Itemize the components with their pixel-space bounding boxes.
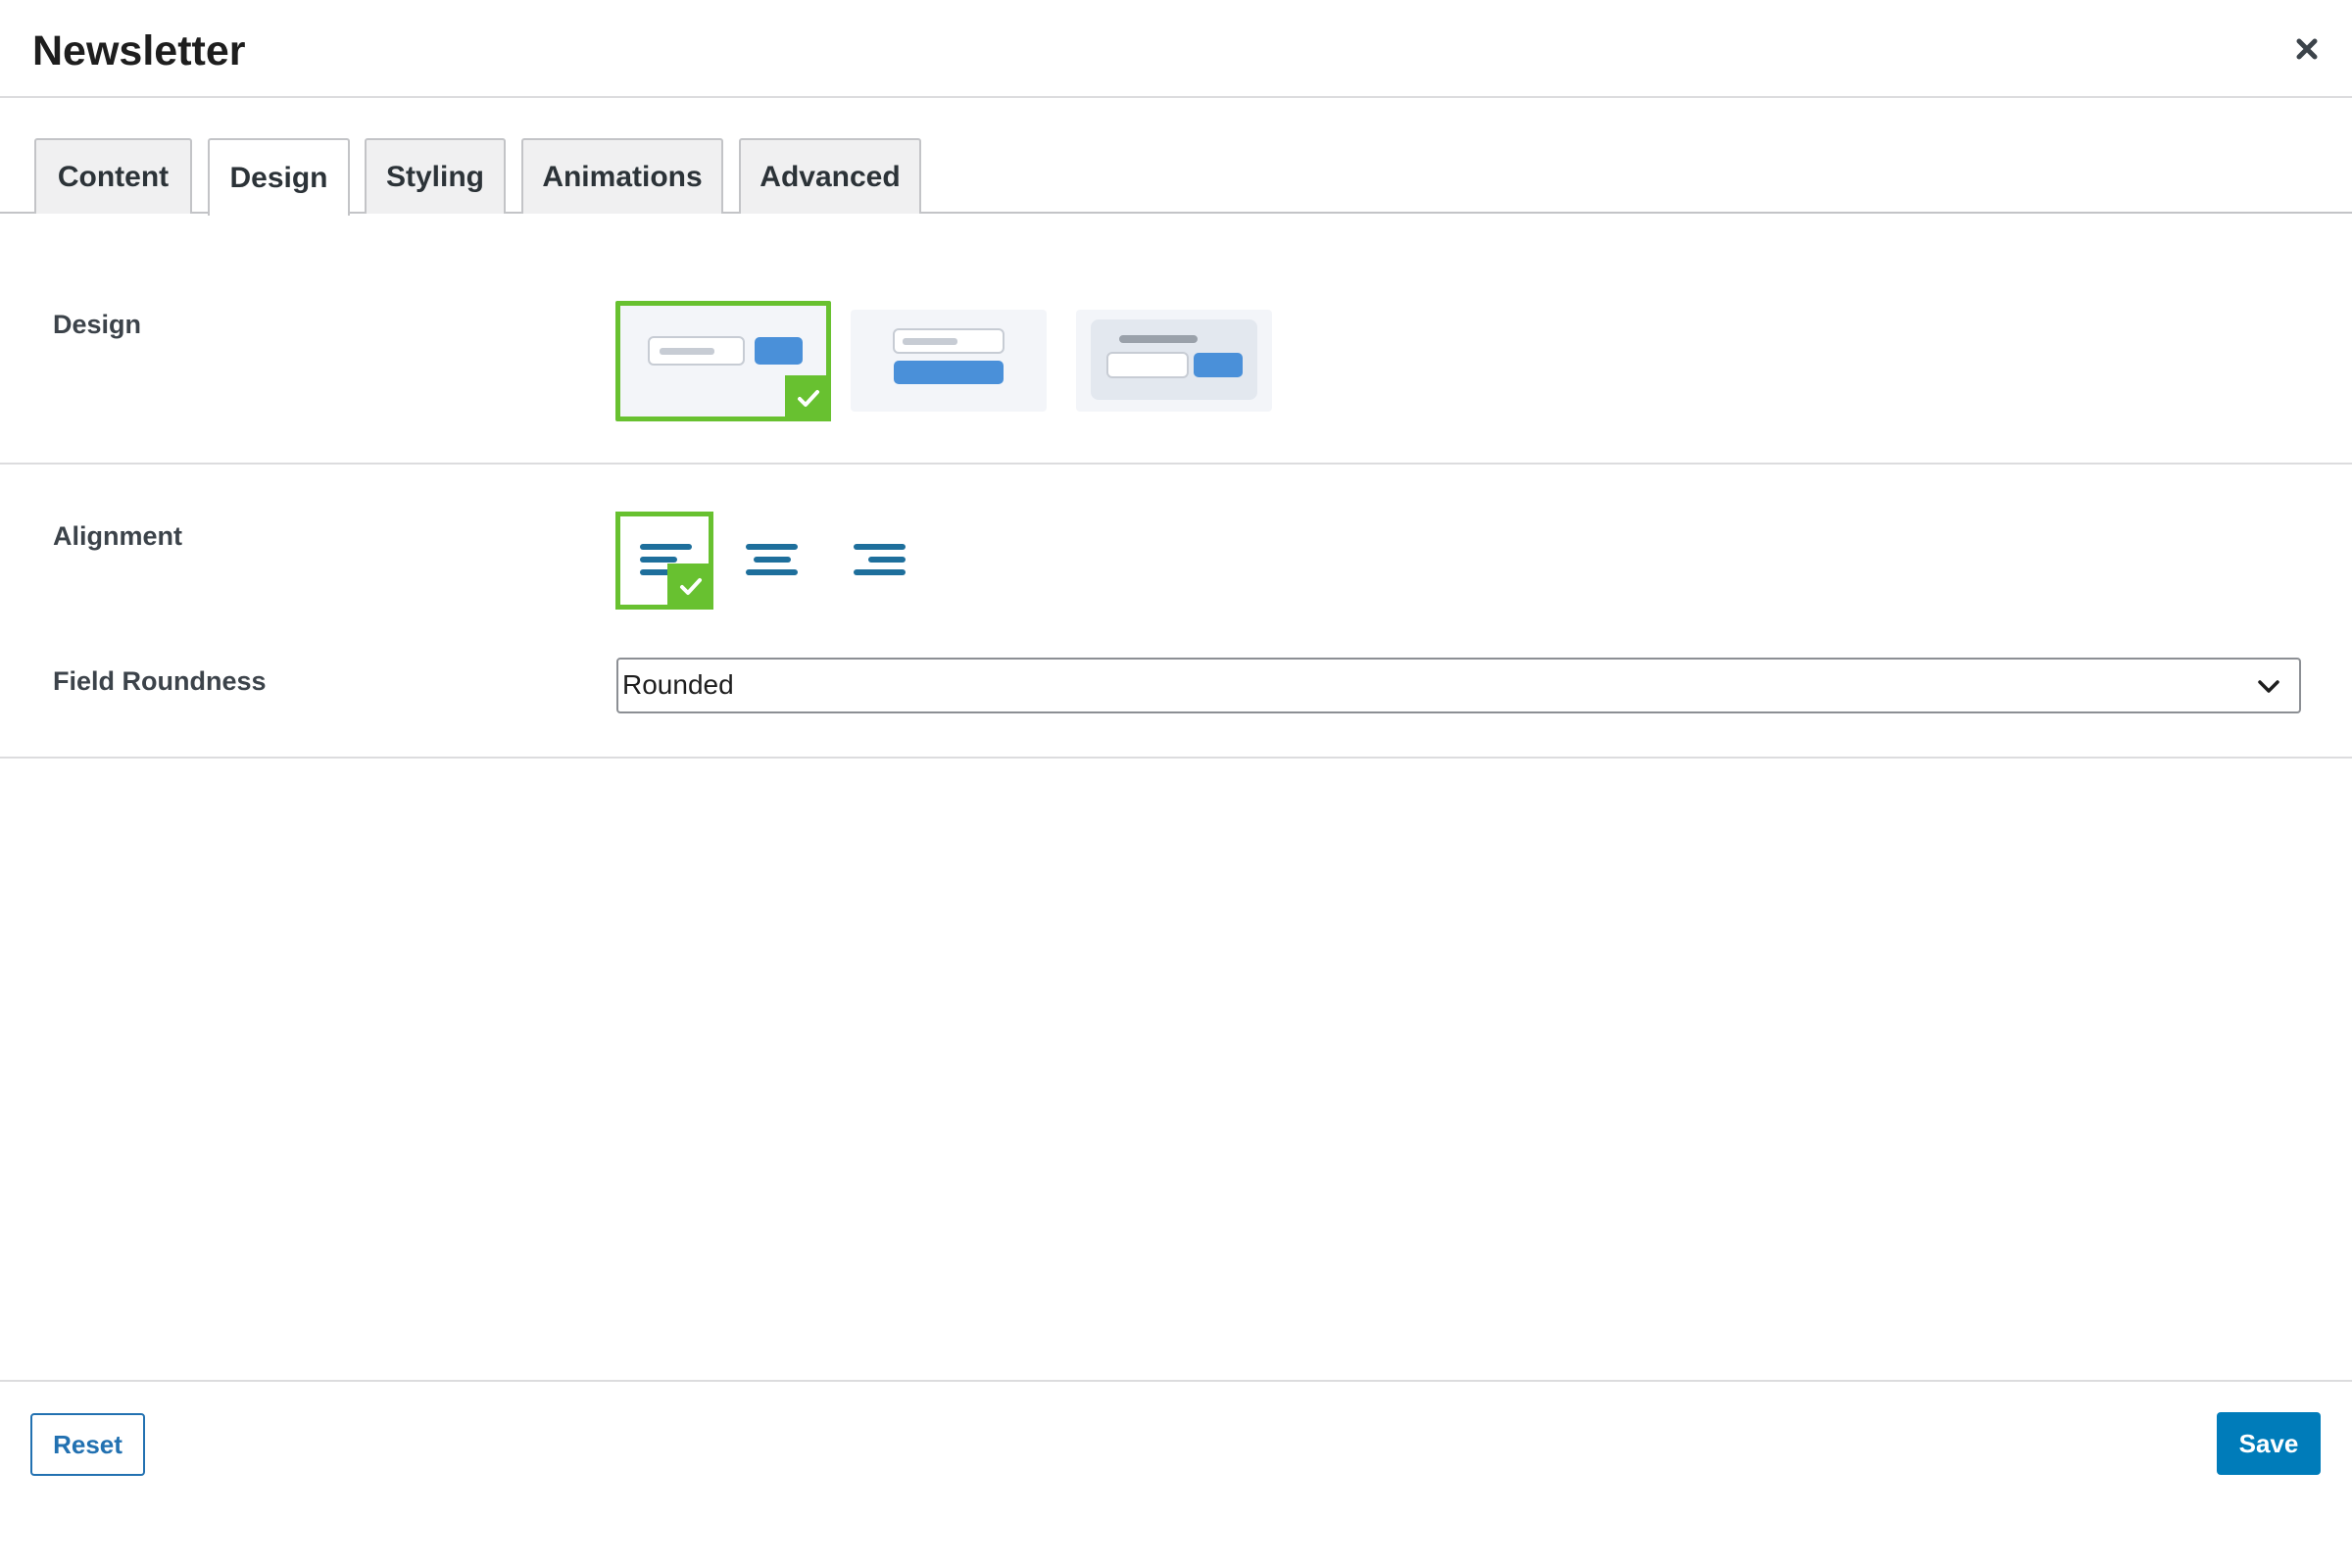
- design-option-inline[interactable]: [615, 301, 831, 421]
- checkmark-icon: [797, 389, 819, 407]
- tab-advanced[interactable]: Advanced: [739, 138, 921, 214]
- newsletter-dialog: Newsletter Content Design Styling Animat…: [0, 0, 2352, 1568]
- align-right-icon: [854, 544, 906, 575]
- design-label: Design: [53, 310, 142, 339]
- design-option-stacked[interactable]: [851, 310, 1047, 412]
- dialog-header: Newsletter: [0, 0, 2352, 98]
- dialog-footer: Reset Save: [0, 1380, 2352, 1568]
- selected-check-badge: [785, 375, 831, 421]
- align-center-icon: [746, 544, 798, 575]
- save-button[interactable]: Save: [2217, 1412, 2321, 1475]
- checkmark-icon: [679, 577, 702, 595]
- tab-bar: Content Design Styling Animations Advanc…: [0, 98, 2352, 216]
- field-roundness-label: Field Roundness: [53, 666, 267, 696]
- close-icon: [2296, 38, 2318, 60]
- selected-check-badge: [667, 564, 713, 610]
- alignment-section: Alignment Field Roundness: [0, 465, 2352, 759]
- boxed-layout-preview-icon: [1091, 319, 1257, 400]
- alignment-label: Alignment: [53, 521, 182, 551]
- tab-content[interactable]: Content: [34, 138, 192, 214]
- dialog-title: Newsletter: [32, 27, 246, 74]
- design-option-boxed[interactable]: [1076, 310, 1272, 412]
- align-center-option[interactable]: [723, 512, 821, 610]
- stacked-layout-preview-icon: [893, 328, 1004, 384]
- reset-button[interactable]: Reset: [30, 1413, 145, 1476]
- tab-animations[interactable]: Animations: [521, 138, 723, 214]
- align-left-option[interactable]: [615, 512, 713, 610]
- field-roundness-value: Rounded: [622, 669, 734, 700]
- tab-styling[interactable]: Styling: [365, 138, 506, 214]
- field-roundness-select[interactable]: Rounded: [616, 658, 2301, 713]
- close-button[interactable]: [2287, 29, 2327, 69]
- chevron-down-icon: [2258, 680, 2279, 693]
- align-right-option[interactable]: [831, 512, 929, 610]
- tab-design[interactable]: Design: [208, 138, 350, 216]
- design-section: Design: [0, 214, 2352, 465]
